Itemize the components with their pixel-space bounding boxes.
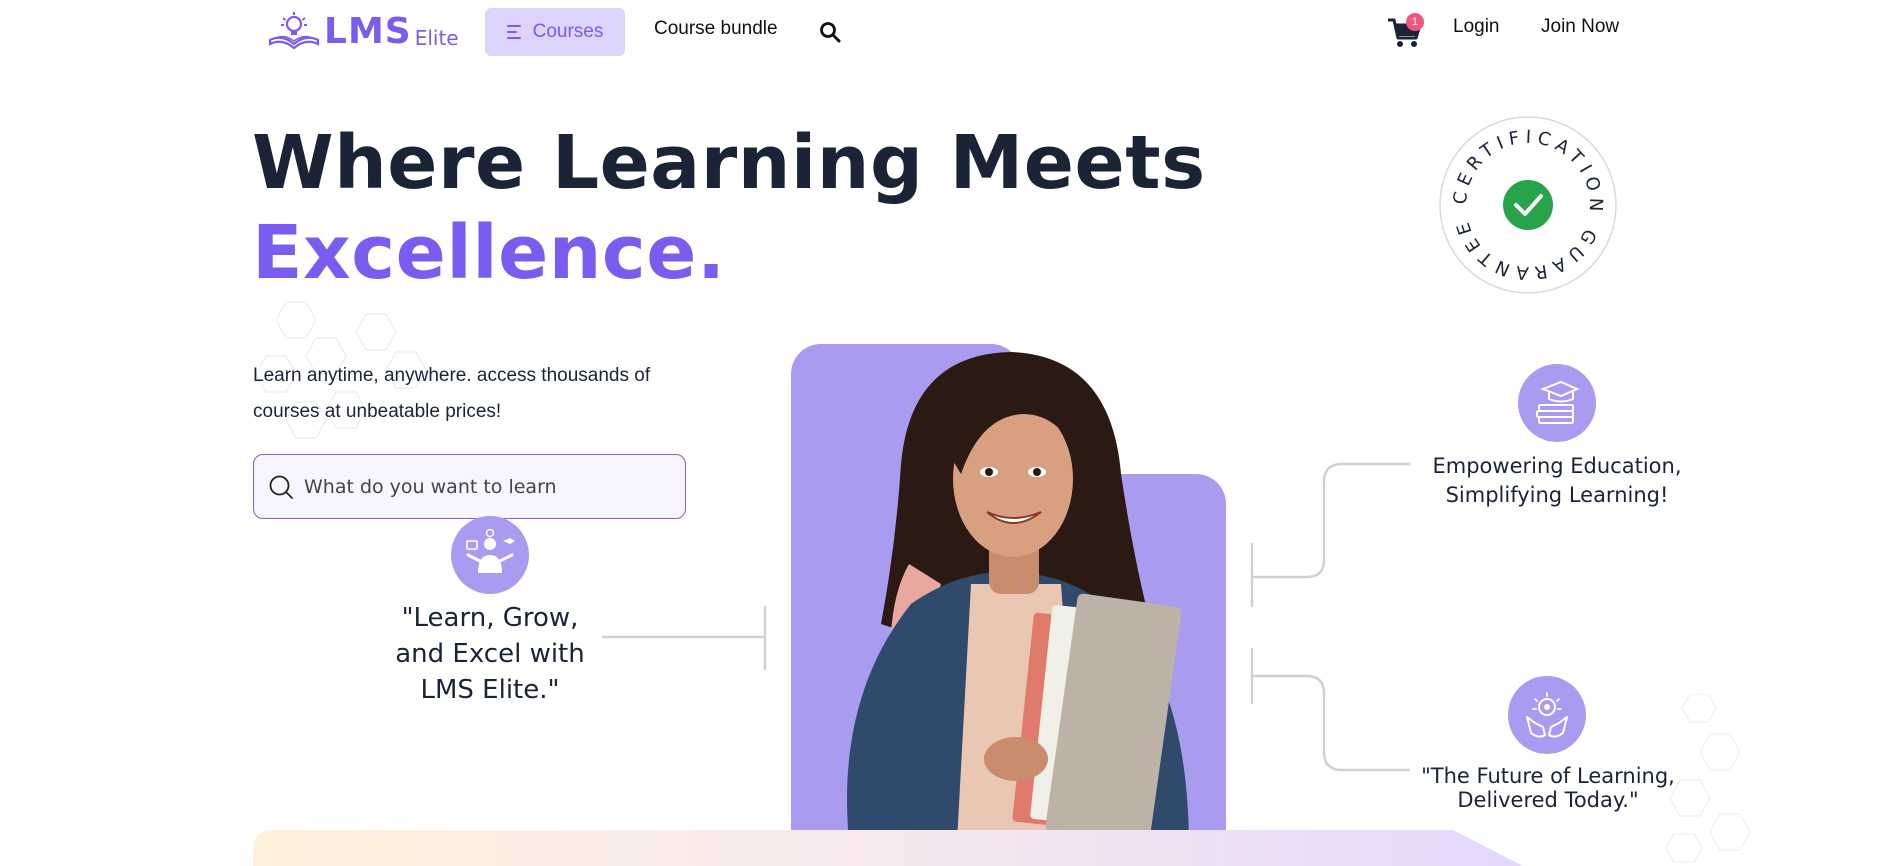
courses-label: Courses — [532, 21, 604, 42]
student-learning-icon — [451, 516, 529, 594]
brand-logo[interactable]: LMS Elite — [266, 8, 459, 52]
hands-idea-icon — [1508, 676, 1586, 754]
search-input-icon — [269, 475, 293, 499]
feature-quote-future: "The Future of Learning, Delivered Today… — [1421, 764, 1675, 812]
course-search-box[interactable] — [253, 454, 686, 519]
feature-quote-empowering: Empowering Education, Simplifying Learni… — [1432, 454, 1682, 507]
hero-title-line1: Where Learning Meets — [252, 120, 1206, 206]
course-search-input[interactable] — [304, 475, 664, 498]
top-navigation: LMS Elite Courses Course bundle 1 Login … — [0, 0, 1902, 64]
check-circle-icon — [1503, 180, 1553, 230]
hero-description: Learn anytime, anywhere. access thousand… — [253, 365, 651, 422]
student-hero-image — [791, 344, 1226, 860]
login-link[interactable]: Login — [1453, 16, 1500, 38]
courses-button[interactable]: Courses — [485, 8, 625, 56]
join-now-link[interactable]: Join Now — [1541, 16, 1619, 38]
cart-count-badge: 1 — [1406, 13, 1424, 31]
hero-title: Where Learning Meets Excellence. — [252, 118, 1206, 298]
hero-title-accent: Excellence. — [252, 210, 726, 296]
brand-name: LMS — [324, 11, 412, 52]
menu-icon — [506, 25, 523, 39]
course-bundle-link[interactable]: Course bundle — [654, 18, 778, 40]
hexagon-pattern-decoration-right — [1665, 694, 1751, 863]
feature-quote-learn-grow: "Learn, Grow, and Excel with LMS Elite." — [395, 603, 585, 705]
certification-guarantee-badge: CERTIFICATION GUARANTEE — [1439, 116, 1617, 294]
search-icon[interactable] — [818, 20, 842, 44]
brand-subname: Elite — [414, 26, 459, 50]
book-bulb-logo-icon — [268, 12, 320, 50]
graduation-books-icon — [1518, 364, 1596, 442]
bottom-gradient-banner — [253, 830, 1523, 866]
